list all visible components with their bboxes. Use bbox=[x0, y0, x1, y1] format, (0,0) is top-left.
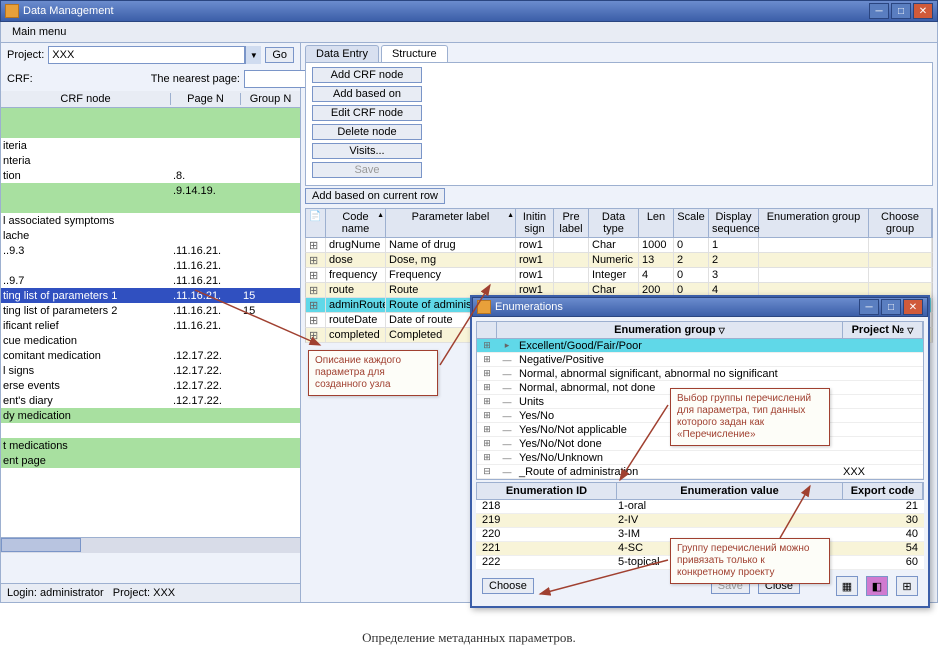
project-select[interactable] bbox=[48, 46, 245, 64]
minimize-button[interactable]: ─ bbox=[869, 3, 889, 19]
maximize-button[interactable]: □ bbox=[891, 3, 911, 19]
crf-row[interactable]: t medications bbox=[1, 438, 300, 453]
callout-3: Группу перечислений можно привязать толь… bbox=[670, 538, 830, 584]
left-pane: Project: ▼ Go CRF: The nearest page: ▼ C… bbox=[1, 43, 301, 602]
window-title: Data Management bbox=[23, 5, 114, 17]
col-initin[interactable]: Initin sign bbox=[516, 209, 554, 237]
tab-data-entry[interactable]: Data Entry bbox=[305, 45, 379, 62]
status-bar: Login: administrator Project: XXX bbox=[1, 583, 300, 602]
dialog-icon bbox=[477, 300, 491, 314]
col-code-name[interactable]: Code name▲ bbox=[326, 209, 386, 237]
col-export-code[interactable]: Export code bbox=[843, 483, 923, 499]
dialog-title: Enumerations bbox=[495, 301, 563, 313]
h-scrollbar[interactable] bbox=[1, 537, 300, 553]
crf-row[interactable]: .11.16.21. bbox=[1, 258, 300, 273]
crf-row[interactable]: ..9.3.11.16.21. bbox=[1, 243, 300, 258]
crf-row[interactable]: ificant relief.11.16.21. bbox=[1, 318, 300, 333]
status-login: Login: administrator bbox=[7, 587, 104, 599]
add-based-button[interactable]: Add based on bbox=[312, 86, 422, 102]
main-titlebar: Data Management ─ □ ✕ bbox=[0, 0, 938, 22]
edit-crf-button[interactable]: Edit CRF node bbox=[312, 105, 422, 121]
tab-structure[interactable]: Structure bbox=[381, 45, 448, 62]
crf-row[interactable]: l signs.12.17.22. bbox=[1, 363, 300, 378]
enum-group-row[interactable]: ⊞—Normal, abnormal significant, abnormal… bbox=[477, 367, 923, 381]
enum-group-row[interactable]: ⊞—Yes/No/Unknown bbox=[477, 451, 923, 465]
dlg-close-button[interactable]: ✕ bbox=[903, 299, 923, 315]
enum-group-row[interactable]: ⊞—Negative/Positive bbox=[477, 353, 923, 367]
col-enum-group-name[interactable]: Enumeration group ▽ bbox=[497, 322, 843, 338]
crf-row[interactable] bbox=[1, 198, 300, 213]
crf-row[interactable] bbox=[1, 423, 300, 438]
crf-row[interactable]: erse events.12.17.22. bbox=[1, 378, 300, 393]
col-crf-node[interactable]: CRF node bbox=[1, 93, 171, 105]
crf-row[interactable]: ent page bbox=[1, 453, 300, 468]
delete-node-button[interactable]: Delete node bbox=[312, 124, 422, 140]
add-crf-button[interactable]: Add CRF node bbox=[312, 67, 422, 83]
crf-row[interactable]: ting list of parameters 2.11.16.21.15 bbox=[1, 303, 300, 318]
crf-row[interactable]: iteria bbox=[1, 138, 300, 153]
crf-row[interactable]: ent's diary.12.17.22. bbox=[1, 393, 300, 408]
structure-buttons: Add CRF node Add based on Edit CRF node … bbox=[305, 62, 933, 186]
col-project-n[interactable]: Project № ▽ bbox=[843, 322, 923, 338]
col-scale[interactable]: Scale bbox=[674, 209, 709, 237]
crf-row[interactable]: lache bbox=[1, 228, 300, 243]
crf-row[interactable] bbox=[1, 123, 300, 138]
col-param-label[interactable]: Parameter label▲ bbox=[386, 209, 516, 237]
tool-icon-1[interactable]: ▦ bbox=[836, 576, 858, 596]
crf-grid-header: CRF node Page N Group N bbox=[1, 91, 300, 108]
param-row[interactable]: ⊞frequencyFrequencyrow1Integer403 bbox=[305, 268, 933, 283]
crf-grid-body[interactable]: iterianteriation.8..9.14.19. l associated… bbox=[1, 108, 300, 537]
nearest-page-label: The nearest page: bbox=[151, 73, 240, 85]
enum-value-row[interactable]: 2181-oral21 bbox=[476, 500, 924, 514]
crf-row[interactable]: l associated symptoms bbox=[1, 213, 300, 228]
crf-row[interactable] bbox=[1, 108, 300, 123]
dlg-minimize-button[interactable]: ─ bbox=[859, 299, 879, 315]
col-page-n[interactable]: Page N bbox=[171, 93, 241, 105]
param-row[interactable]: ⊞doseDose, mgrow1Numeric1322 bbox=[305, 253, 933, 268]
crf-row[interactable]: cue medication bbox=[1, 333, 300, 348]
param-grid-header: 📄 Code name▲ Parameter label▲ Initin sig… bbox=[305, 208, 933, 238]
col-choose-group[interactable]: Choose group bbox=[869, 209, 932, 237]
crf-row[interactable]: nteria bbox=[1, 153, 300, 168]
col-pre-label[interactable]: Pre label bbox=[554, 209, 589, 237]
col-enum-group[interactable]: Enumeration group bbox=[759, 209, 869, 237]
dlg-maximize-button[interactable]: □ bbox=[881, 299, 901, 315]
enum-group-row[interactable]: ⊟—_Route of administrationXXX bbox=[477, 465, 923, 479]
col-display-seq[interactable]: Display sequence bbox=[709, 209, 759, 237]
save-button[interactable]: Save bbox=[312, 162, 422, 178]
visits-button[interactable]: Visits... bbox=[312, 143, 422, 159]
col-group-n[interactable]: Group N bbox=[241, 93, 300, 105]
crf-label: CRF: bbox=[7, 73, 33, 85]
crf-row[interactable]: dy medication bbox=[1, 408, 300, 423]
choose-button[interactable]: Choose bbox=[482, 578, 534, 594]
param-row[interactable]: ⊞drugNumeName of drugrow1Char100001 bbox=[305, 238, 933, 253]
callout-2: Выбор группы перечислений для параметра,… bbox=[670, 388, 830, 446]
status-project: Project: XXX bbox=[113, 587, 175, 599]
crf-row[interactable]: tion.8. bbox=[1, 168, 300, 183]
crf-row[interactable]: .9.14.19. bbox=[1, 183, 300, 198]
enum-group-row[interactable]: ⊞▸Excellent/Good/Fair/Poor bbox=[477, 339, 923, 353]
crf-row[interactable]: ting list of parameters 1.11.16.21.15 bbox=[1, 288, 300, 303]
crf-row[interactable]: ..9.7.11.16.21. bbox=[1, 273, 300, 288]
project-label: Project: bbox=[7, 49, 44, 61]
col-enum-id[interactable]: Enumeration ID bbox=[477, 483, 617, 499]
project-dropdown-icon[interactable]: ▼ bbox=[245, 46, 261, 64]
main-menu-item[interactable]: Main menu bbox=[5, 24, 73, 40]
close-button[interactable]: ✕ bbox=[913, 3, 933, 19]
crf-row[interactable]: comitant medication.12.17.22. bbox=[1, 348, 300, 363]
menubar: Main menu bbox=[0, 22, 938, 43]
new-param-icon[interactable]: 📄 bbox=[306, 209, 326, 237]
app-icon bbox=[5, 4, 19, 18]
figure-caption: Определение метаданных параметров. bbox=[0, 622, 938, 654]
tool-icon-2[interactable]: ◧ bbox=[866, 576, 888, 596]
callout-1: Описание каждого параметра для созданног… bbox=[308, 350, 438, 396]
tool-icon-3[interactable]: ⊞ bbox=[896, 576, 918, 596]
col-enum-value[interactable]: Enumeration value bbox=[617, 483, 843, 499]
add-row-button[interactable]: Add based on current row bbox=[305, 188, 445, 204]
go-button[interactable]: Go bbox=[265, 47, 294, 63]
enum-value-row[interactable]: 2192-IV30 bbox=[476, 514, 924, 528]
col-len[interactable]: Len bbox=[639, 209, 674, 237]
col-data-type[interactable]: Data type bbox=[589, 209, 639, 237]
